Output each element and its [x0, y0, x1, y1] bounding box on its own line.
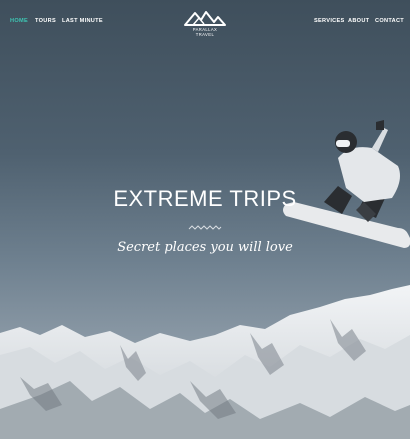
- hero-title: EXTREME TRIPS: [113, 186, 297, 211]
- main-nav: HOME TOURS LAST MINUTE PARALLAX TRAVEL S…: [0, 0, 410, 44]
- hero-section: HOME TOURS LAST MINUTE PARALLAX TRAVEL S…: [0, 0, 410, 439]
- nav-home-link[interactable]: HOME: [10, 18, 28, 24]
- nav-services-link[interactable]: SERVICES: [314, 18, 345, 24]
- brand-logo[interactable]: PARALLAX TRAVEL: [183, 10, 227, 37]
- mountain-logo-icon: [184, 11, 226, 26]
- brand-name: PARALLAX TRAVEL: [192, 27, 218, 37]
- nav-tours-link[interactable]: TOURS: [35, 18, 56, 24]
- nav-last-minute-link[interactable]: LAST MINUTE: [62, 18, 103, 24]
- nav-about-link[interactable]: ABOUT: [348, 18, 369, 24]
- wave-divider-icon: [188, 225, 222, 230]
- nav-contact-link[interactable]: CONTACT: [375, 18, 404, 24]
- mountain-range-image: [0, 285, 410, 439]
- hero-subtitle: Secret places you will love: [117, 240, 293, 255]
